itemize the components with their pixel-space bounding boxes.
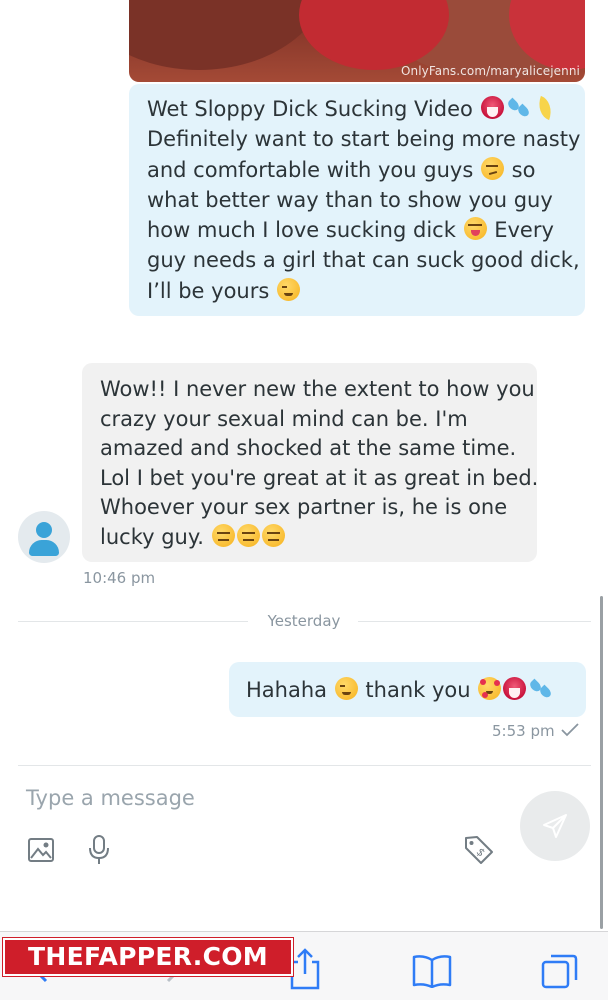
- chat-screen: OnlyFans.com/maryalicejenni Wet Sloppy D…: [0, 0, 608, 1000]
- sweat-drops-emoji-icon: [506, 96, 532, 119]
- caption-line: how much I love sucking dick Every: [147, 217, 554, 243]
- media-watermark: OnlyFans.com/maryalicejenni: [400, 64, 580, 78]
- share-icon[interactable]: [288, 946, 322, 990]
- caption-line: and comfortable with you guys so: [147, 156, 536, 182]
- scrollbar[interactable]: [600, 596, 603, 929]
- send-button[interactable]: [520, 791, 590, 861]
- received-message-bubble: Wow!! I never new the extent to how you …: [82, 363, 539, 562]
- smirk-emoji-icon: [480, 156, 504, 180]
- site-watermark-logo: THEFAPPER.COM: [3, 938, 293, 976]
- expressionless-emoji-icon: [261, 523, 285, 547]
- sweat-drops-emoji-icon: [528, 677, 554, 700]
- media-preview[interactable]: OnlyFans.com/maryalicejenni: [129, 0, 585, 82]
- message-line: Whoever your sex partner is, he is one: [100, 495, 508, 520]
- message-line: lucky guy.: [100, 523, 537, 553]
- delivered-check-icon: [561, 723, 579, 737]
- expressionless-emoji-icon: [211, 523, 235, 547]
- caption-line: guy needs a girl that can suck good dick…: [147, 248, 580, 273]
- tongue-emoji-icon: [503, 677, 527, 700]
- date-divider-label: Yesterday: [267, 612, 341, 630]
- received-time: 10:46 pm: [83, 569, 156, 587]
- composer-divider: [18, 765, 591, 766]
- wink-emoji-icon: [277, 277, 300, 301]
- tongue-emoji-icon: [480, 96, 504, 119]
- tabs-icon[interactable]: [541, 952, 579, 990]
- avatar-person-icon: [29, 540, 59, 556]
- sender-avatar[interactable]: [18, 511, 70, 563]
- avatar-person-icon: [36, 522, 52, 538]
- caption-line: Definitely want to start being more nast…: [147, 127, 581, 152]
- message-line: Lol I bet you're great at it as great in…: [100, 465, 539, 490]
- message-line: crazy your sexual mind can be. I'm: [100, 406, 468, 431]
- message-line: Wow!! I never new the extent to how you: [100, 377, 535, 401]
- image-icon[interactable]: [27, 836, 55, 864]
- message-line: Hahaha thank you: [246, 675, 586, 705]
- wink-emoji-icon: [334, 677, 358, 700]
- send-icon: [543, 814, 567, 838]
- message-input[interactable]: Type a message: [26, 786, 195, 810]
- microphone-icon[interactable]: [87, 834, 111, 866]
- squint-tongue-emoji-icon: [463, 217, 487, 241]
- price-tag-icon[interactable]: $: [463, 834, 495, 866]
- bookmarks-icon[interactable]: [412, 954, 452, 988]
- banana-emoji-icon: [534, 96, 556, 119]
- media-caption-bubble: Wet Sloppy Dick Sucking Video Definitely…: [129, 84, 585, 316]
- caption-line: Wet Sloppy Dick Sucking Video: [147, 94, 571, 124]
- caption-line: what better way than to show you guy: [147, 187, 553, 212]
- caption-line: I’ll be yours: [147, 276, 571, 306]
- expressionless-emoji-icon: [236, 523, 260, 547]
- message-line: amazed and shocked at the same time.: [100, 436, 517, 461]
- sent-time: 5:53 pm: [492, 722, 555, 740]
- sent-message-bubble: Hahaha thank you: [229, 662, 586, 717]
- smiling-hearts-emoji-icon: [478, 677, 502, 700]
